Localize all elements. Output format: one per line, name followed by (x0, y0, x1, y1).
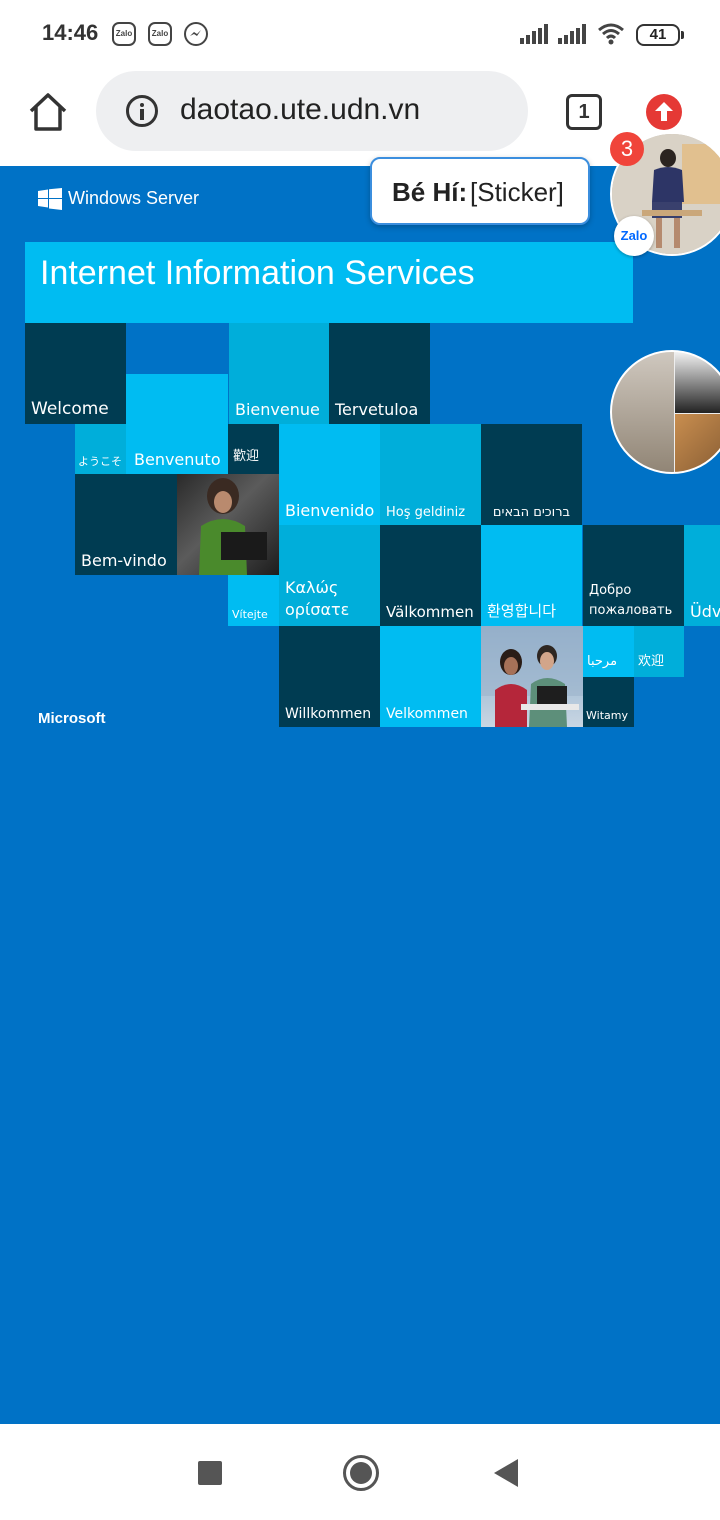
tile-witamy: Witamy (583, 677, 634, 727)
message-preview: [Sticker] (470, 177, 564, 207)
page-title: Internet Information Services (40, 254, 475, 292)
tile-yokoso: ようこそ (75, 424, 126, 474)
clock: 14:46 (42, 20, 99, 45)
messenger-icon (184, 22, 208, 46)
tile-hos-geldiniz: Hoş geldiniz (380, 424, 481, 525)
zalo-notification-icon: Zalo (112, 22, 136, 46)
zalo-message-bubble[interactable]: Bé Hí: [Sticker] (370, 157, 590, 225)
tile-arabic: مرحبا (583, 626, 634, 677)
tile-hebrew: ברוכים הבאים (481, 424, 582, 525)
status-bar: 14:46 Zalo Zalo 41 (0, 0, 720, 68)
tile-bienvenido: Bienvenido (279, 424, 380, 525)
wifi-icon (598, 23, 624, 45)
unread-count-badge: 3 (610, 132, 644, 166)
tile-tervetuloa: Tervetuloa (329, 323, 430, 424)
home-circle-icon[interactable] (343, 1455, 379, 1491)
avatar-photo-cat (675, 414, 720, 472)
signal-icon (520, 24, 548, 44)
windows-server-brand: Windows Server (68, 188, 200, 208)
address-bar[interactable]: daotao.ute.udn.vn (96, 71, 528, 151)
windows-logo-icon (38, 188, 62, 210)
avatar-photo-person (612, 352, 674, 472)
zalo-notification-icon: Zalo (148, 22, 172, 46)
avatar-photo-object (675, 352, 720, 413)
tile-valkommen: Välkommen (380, 525, 481, 626)
tile-velkommen: Velkommen (380, 626, 481, 727)
home-icon[interactable] (26, 90, 70, 134)
photo-two-people-laptop (481, 626, 583, 727)
tile-bienvenue: Bienvenue (229, 323, 329, 424)
tile-udv: Üdv (684, 525, 720, 626)
tile-bem-vindo: Bem-vindo (75, 474, 177, 575)
iis-title-banner: Internet Information Services (25, 242, 633, 323)
message-sender: Bé Hí: (392, 177, 468, 207)
tile-willkommen: Willkommen (279, 626, 380, 727)
tile-benvenuto: Benvenuto (126, 374, 228, 474)
tile-korean: 환영합니다 (481, 525, 582, 626)
battery-indicator: 41 (636, 24, 684, 46)
info-icon[interactable] (126, 95, 158, 127)
url-text[interactable]: daotao.ute.udn.vn (180, 93, 420, 127)
tile-welcome: Welcome (25, 323, 126, 424)
photo-woman-laptop (177, 474, 279, 575)
tile-greek: Καλώς ορίσατε (279, 525, 380, 626)
tile-huanying-traditional: 歡迎 (228, 424, 279, 474)
microsoft-brand: Microsoft (38, 710, 106, 727)
tile-huanying-simplified: 欢迎 (634, 626, 684, 677)
back-triangle-icon[interactable] (494, 1459, 518, 1487)
signal-icon (558, 24, 586, 44)
update-icon[interactable] (646, 94, 682, 130)
tile-vitejte: Vítejte (228, 575, 279, 626)
android-navigation-bar (0, 1424, 720, 1520)
zalo-logo-icon: Zalo (614, 216, 654, 256)
tile-russian: Добро пожаловать (583, 525, 684, 626)
tab-switcher-button[interactable]: 1 (566, 94, 602, 130)
chat-head-group-avatar[interactable] (610, 350, 720, 474)
recents-square-icon[interactable] (198, 1461, 222, 1485)
